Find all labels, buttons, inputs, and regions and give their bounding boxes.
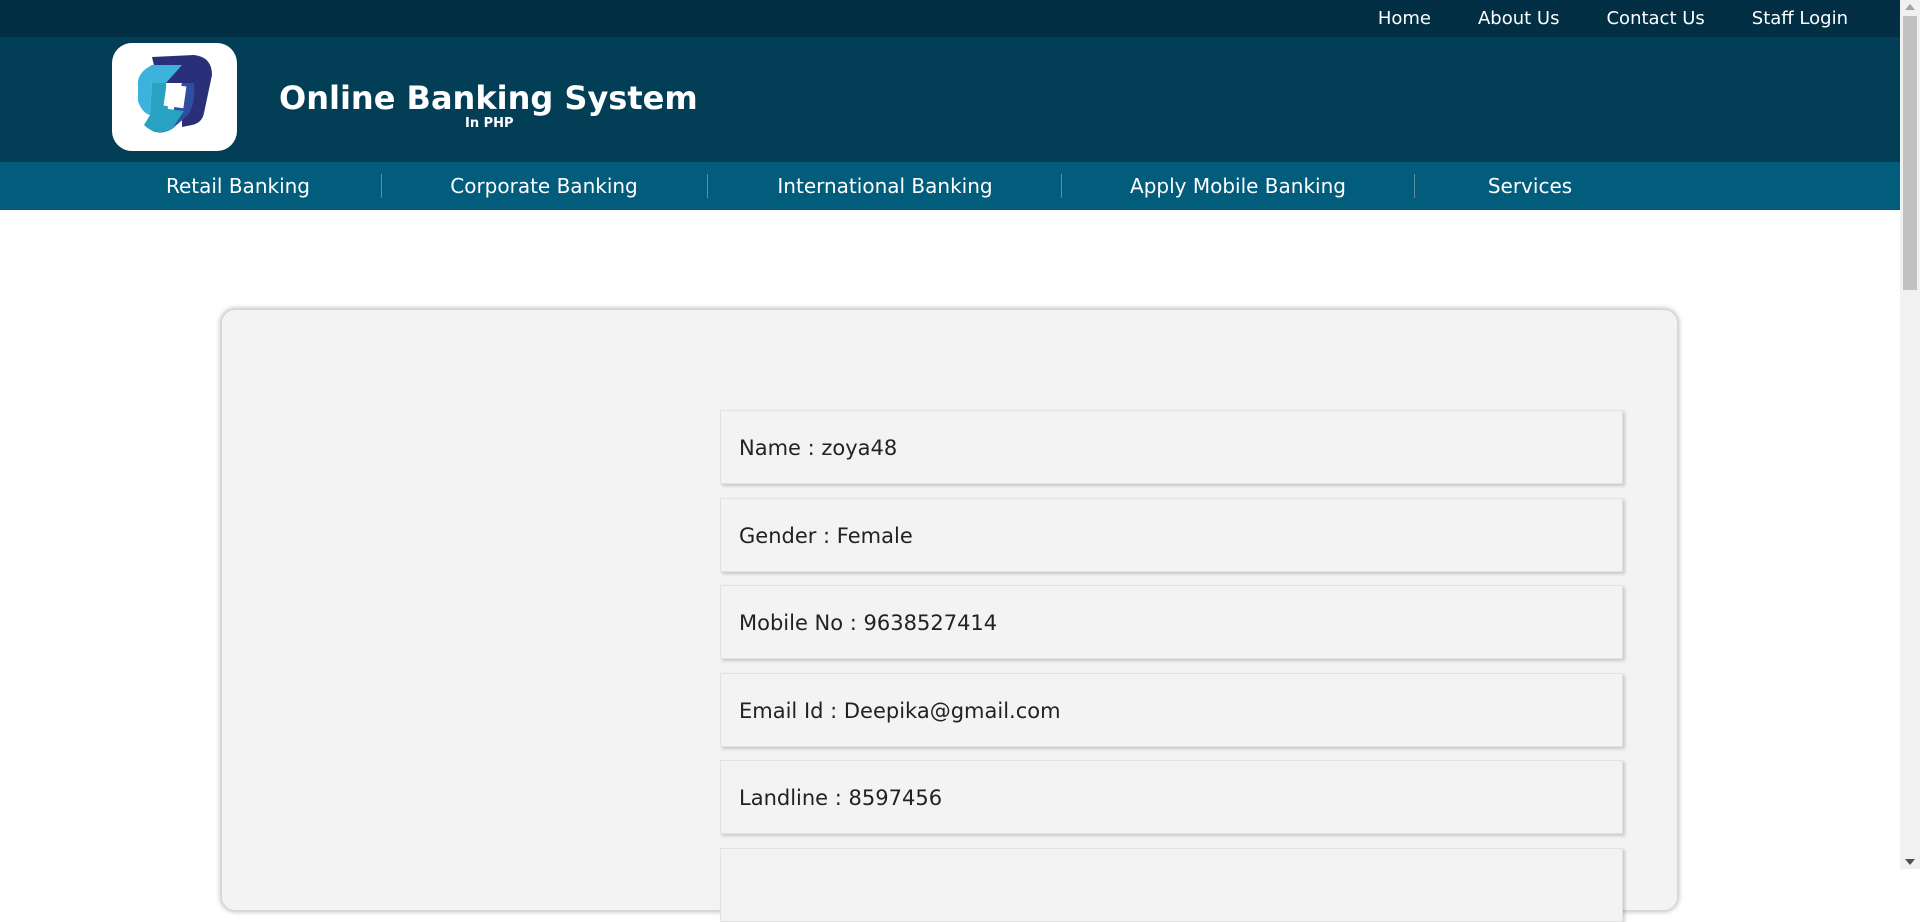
mobile-value: Mobile No : 9638527414 xyxy=(739,611,998,635)
nav-divider xyxy=(381,174,382,198)
site-header: Online Banking System In PHP xyxy=(0,37,1900,162)
email-value: Email Id : Deepika@gmail.com xyxy=(739,699,1061,723)
name-field: Name : zoya48 xyxy=(720,410,1623,484)
logo-mark xyxy=(137,55,212,133)
nav-divider xyxy=(1061,174,1062,198)
top-bar: Home About Us Contact Us Staff Login xyxy=(0,0,1900,37)
gender-field: Gender : Female xyxy=(720,498,1623,572)
site-subtitle: In PHP xyxy=(465,116,514,131)
scroll-up-icon[interactable] xyxy=(1905,4,1915,10)
profile-card: Name : zoya48 Gender : Female Mobile No … xyxy=(221,309,1678,922)
home-link[interactable]: Home xyxy=(1378,8,1431,29)
nav-international-banking[interactable]: International Banking xyxy=(770,162,1000,210)
email-field: Email Id : Deepika@gmail.com xyxy=(720,673,1623,747)
scroll-thumb[interactable] xyxy=(1903,16,1917,290)
bank-logo-icon[interactable] xyxy=(112,43,237,151)
next-field xyxy=(720,848,1623,922)
landline-value: Landline : 8597456 xyxy=(739,786,943,810)
nav-apply-mobile-banking[interactable]: Apply Mobile Banking xyxy=(1124,162,1352,210)
nav-corporate-banking[interactable]: Corporate Banking xyxy=(444,162,644,210)
name-value: Name : zoya48 xyxy=(739,436,898,460)
staff-login-link[interactable]: Staff Login xyxy=(1752,8,1848,29)
page-scrollbar[interactable] xyxy=(1900,0,1920,869)
main-nav: Retail Banking Corporate Banking Interna… xyxy=(0,162,1900,210)
landline-field: Landline : 8597456 xyxy=(720,760,1623,834)
nav-divider xyxy=(707,174,708,198)
top-links: Home About Us Contact Us Staff Login xyxy=(1378,0,1848,37)
contact-us-link[interactable]: Contact Us xyxy=(1606,8,1704,29)
nav-retail-banking[interactable]: Retail Banking xyxy=(160,162,316,210)
mobile-field: Mobile No : 9638527414 xyxy=(720,585,1623,659)
site-title: Online Banking System xyxy=(279,79,698,117)
gender-value: Gender : Female xyxy=(739,524,913,548)
nav-divider xyxy=(1414,174,1415,198)
scroll-down-icon[interactable] xyxy=(1905,859,1915,865)
about-us-link[interactable]: About Us xyxy=(1478,8,1560,29)
nav-services[interactable]: Services xyxy=(1480,162,1580,210)
